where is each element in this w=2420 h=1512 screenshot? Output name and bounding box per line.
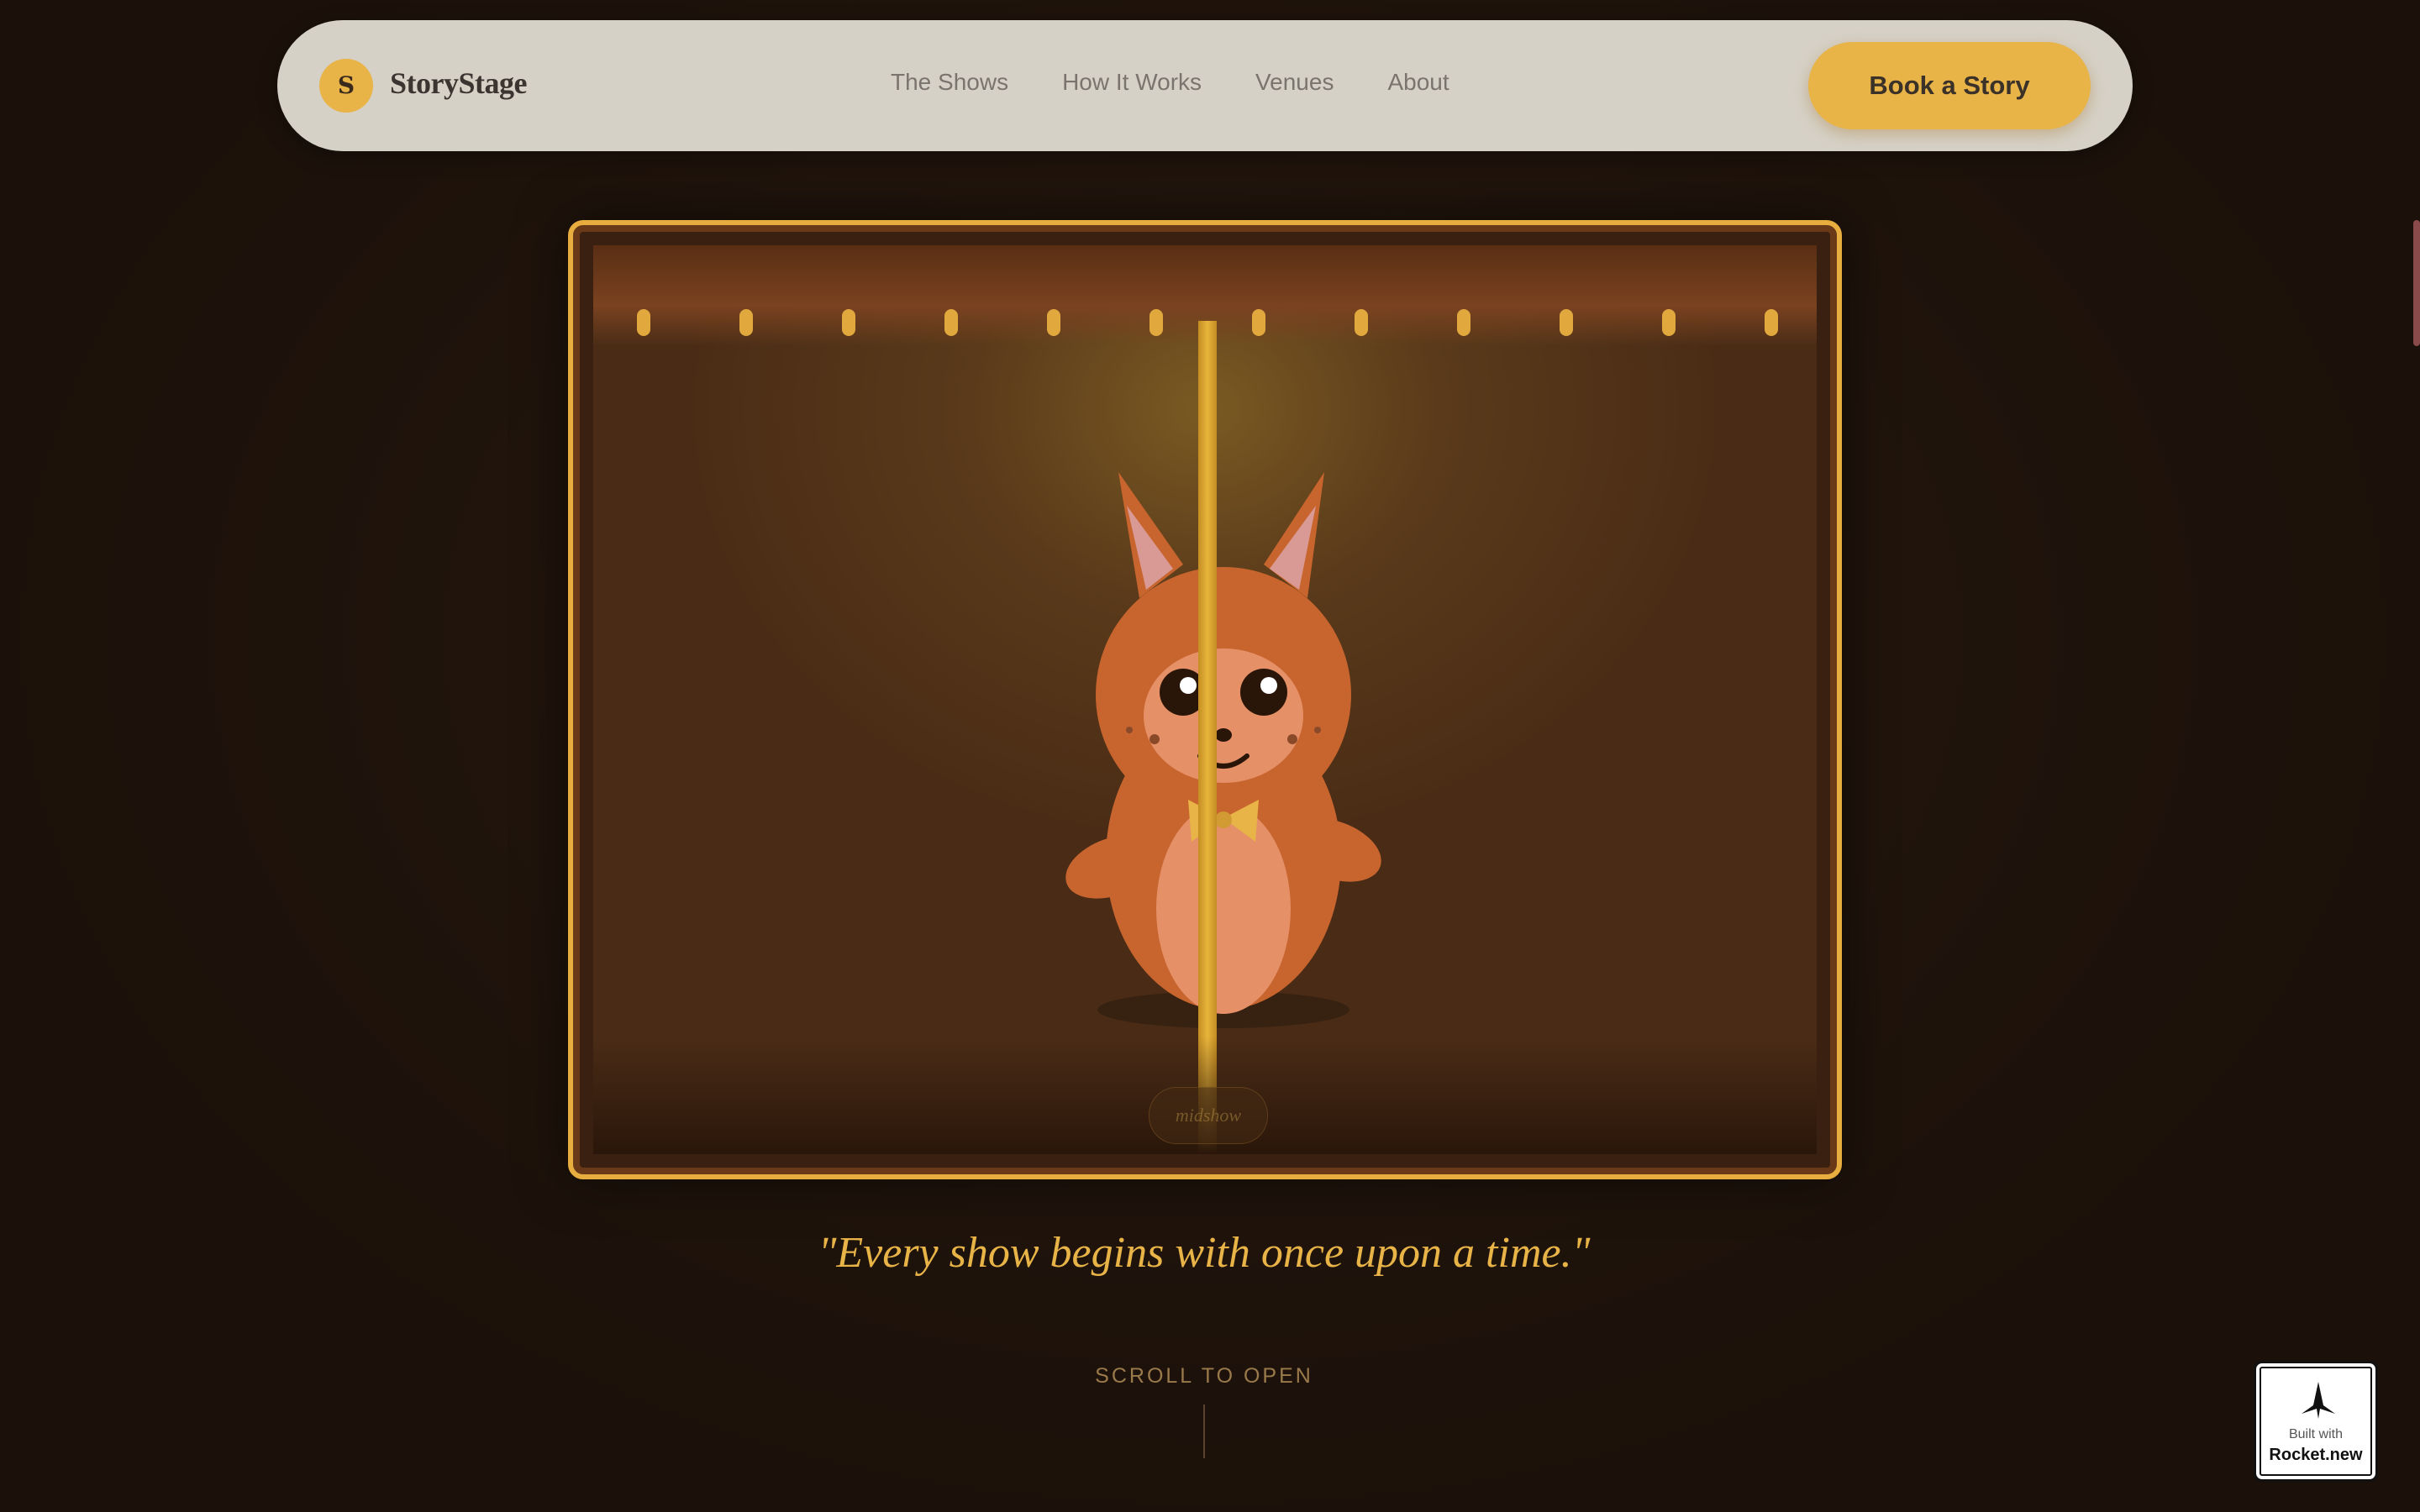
curtain-ring [1355, 309, 1368, 336]
nav-link-how-it-works[interactable]: How It Works [1062, 69, 1202, 96]
curtain-ring [1150, 309, 1163, 336]
curtain-seam [1198, 321, 1217, 1154]
logo-badge[interactable]: S [319, 59, 373, 113]
built-with-rocket-badge[interactable]: Built with Rocket.new [2254, 1361, 2378, 1482]
stage-curtain[interactable]: midshow [593, 245, 1817, 1154]
rocket-icon [2302, 1382, 2335, 1419]
stage-state-label: midshow [1149, 1087, 1268, 1144]
curtain-ring [1765, 309, 1778, 336]
curtain-ring [1662, 309, 1676, 336]
fox-character [1065, 472, 1381, 1028]
brand-name[interactable]: StoryStage [390, 66, 527, 101]
curtain-ring [739, 309, 753, 336]
scroll-to-open-hint: SCROLL TO OPEN [1095, 1364, 1313, 1388]
curtain-ring [1252, 309, 1265, 336]
tagline-quote: "Every show begins with once upon a time… [818, 1229, 1591, 1277]
curtain-ring [637, 309, 650, 336]
book-a-story-button[interactable]: Book a Story [1808, 42, 2091, 129]
nav-link-venues[interactable]: Venues [1255, 69, 1334, 96]
scroll-indicator-line [1203, 1404, 1205, 1458]
curtain-ring [1457, 309, 1470, 336]
badge-name: Rocket.new [2269, 1446, 2363, 1464]
nav-links: The Shows How It Works Venues About [891, 69, 1449, 96]
curtain-ring [1560, 309, 1573, 336]
stage-frame: midshow [568, 220, 1842, 1179]
curtain-ring [944, 309, 958, 336]
curtain-ring [842, 309, 855, 336]
nav-link-the-shows[interactable]: The Shows [891, 69, 1008, 96]
curtain-ring [1047, 309, 1060, 336]
page-scrollbar[interactable] [2413, 220, 2420, 346]
badge-built-with: Built with [2288, 1427, 2344, 1441]
nav-link-about[interactable]: About [1387, 69, 1449, 96]
top-navbar: S StoryStage The Shows How It Works Venu… [277, 20, 2133, 151]
